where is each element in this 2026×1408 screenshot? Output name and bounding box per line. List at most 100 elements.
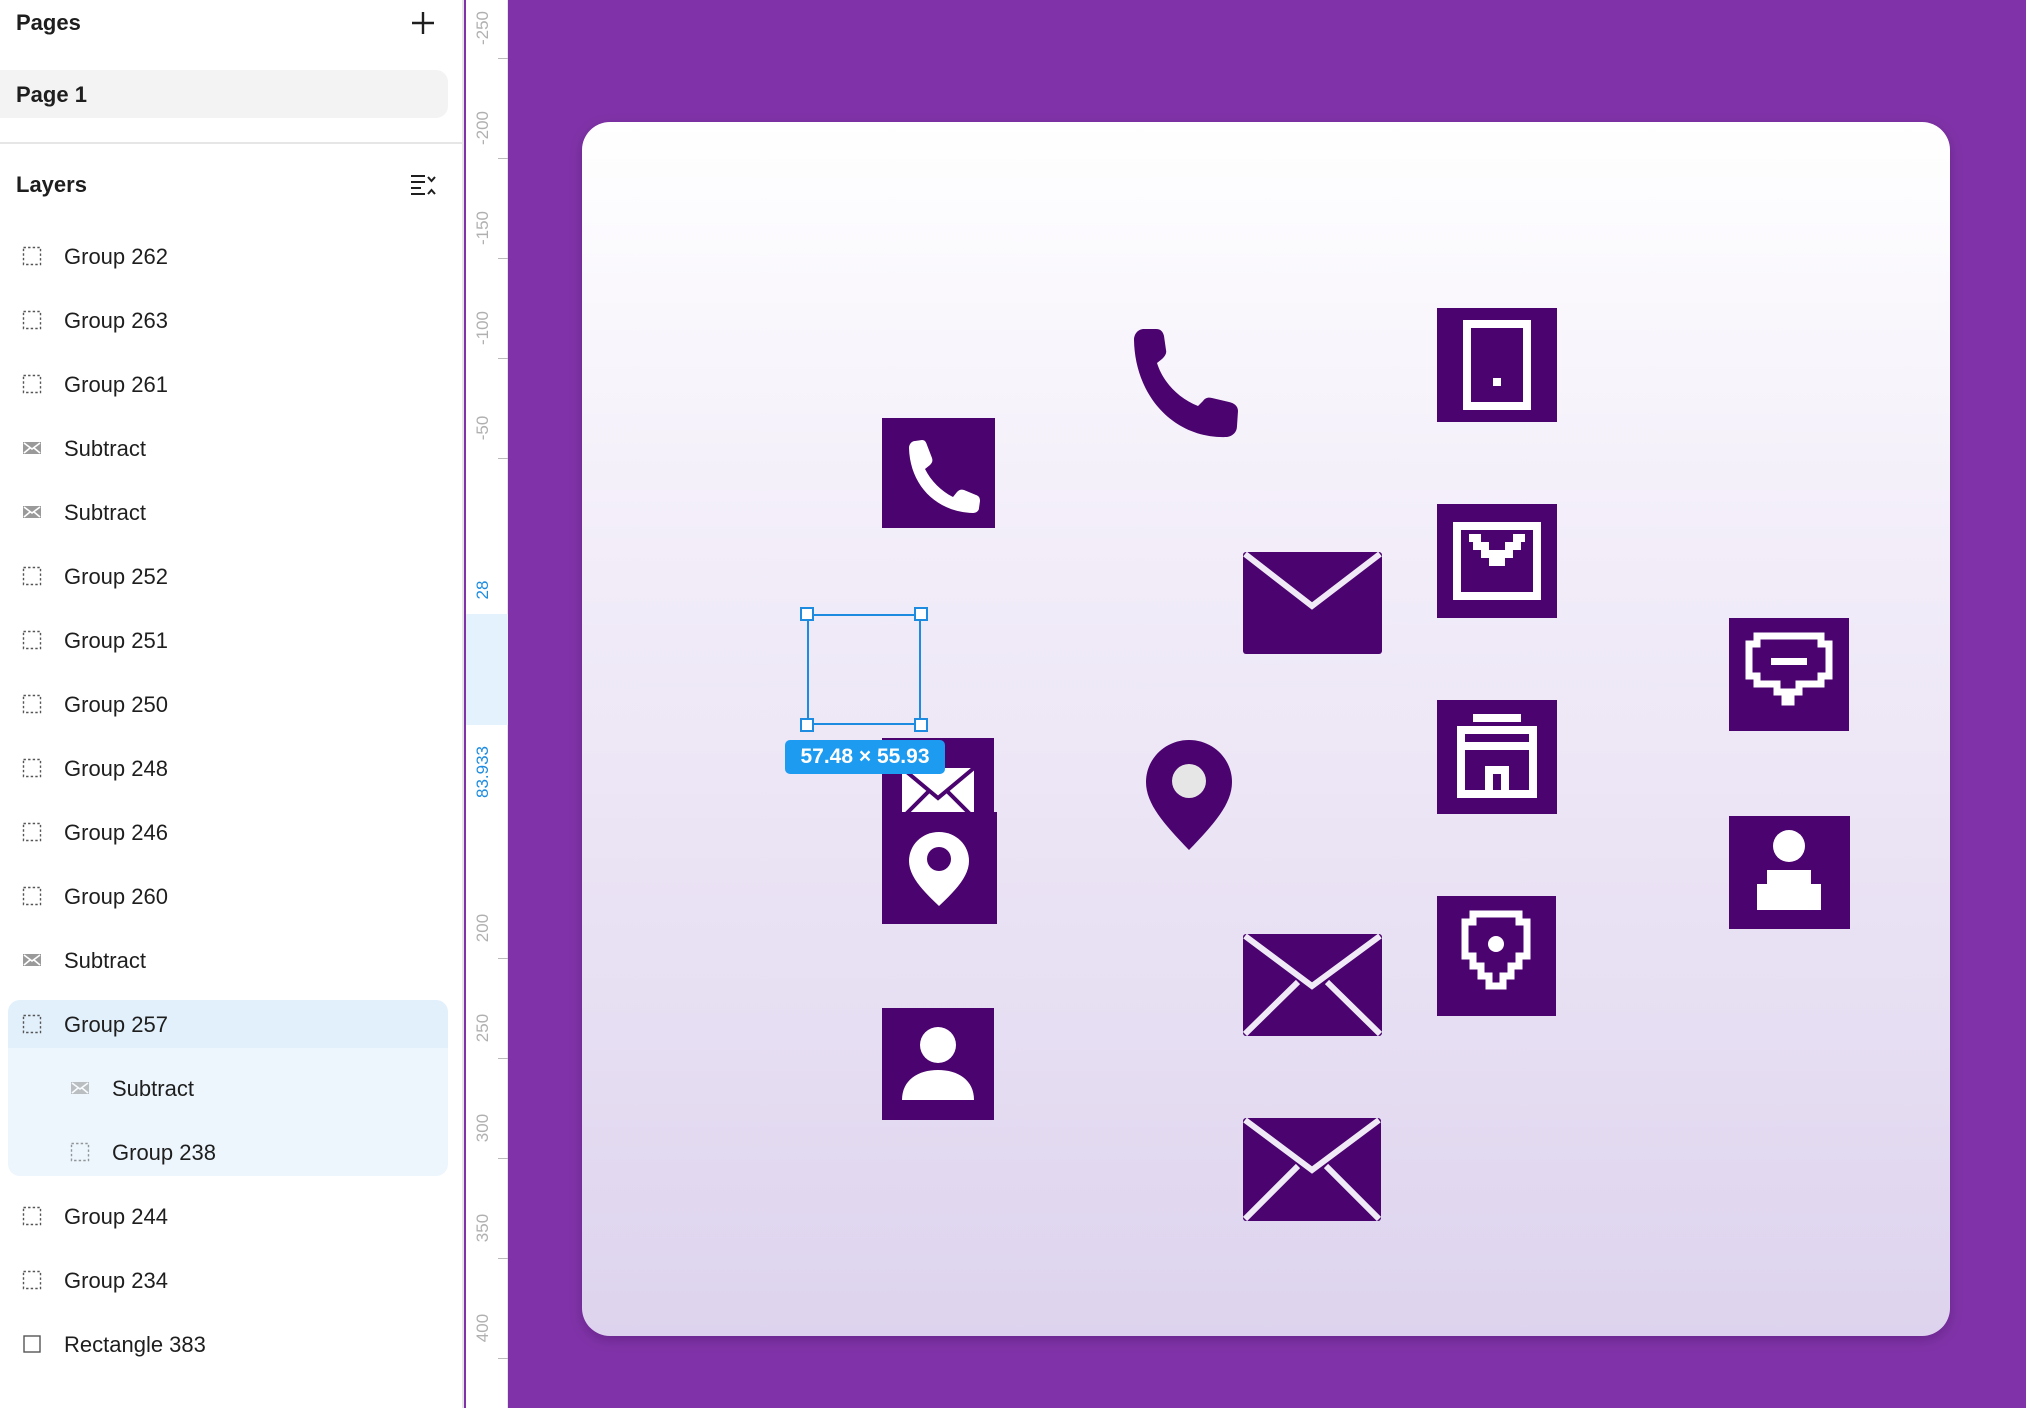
layer-label: Group 246 [64, 820, 168, 845]
layer-row[interactable]: Subtract [8, 424, 448, 472]
layer-row[interactable]: Rectangle 383 [8, 1320, 448, 1368]
subtract-icon [22, 502, 42, 522]
layer-row[interactable]: Group 261 [8, 360, 448, 408]
layer-label: Group 263 [64, 308, 168, 333]
layer-label: Subtract [64, 436, 146, 461]
pixel-mail-icon[interactable] [1437, 504, 1557, 618]
layer-label: Subtract [64, 500, 146, 525]
ruler-tick [498, 958, 508, 959]
layer-row[interactable]: Group 234 [8, 1256, 448, 1304]
ruler-label: -100 [473, 310, 492, 346]
location-pin-square-icon[interactable] [882, 812, 997, 924]
pages-header: Pages [16, 10, 81, 35]
layer-label: Rectangle 383 [64, 1332, 206, 1357]
page-item-label: Page 1 [16, 82, 87, 107]
ruler-tick [498, 358, 508, 359]
ruler-label: -50 [473, 415, 492, 441]
layer-row[interactable]: Subtract [8, 488, 448, 536]
layer-row[interactable]: Group 248 [8, 744, 448, 792]
group-icon [22, 374, 42, 394]
subtract-icon [22, 950, 42, 970]
ruler-label: 350 [473, 1213, 492, 1243]
pixel-chat-icon[interactable] [1729, 618, 1849, 731]
group-icon [22, 822, 42, 842]
layer-label: Group 250 [64, 692, 168, 717]
layer-label: Group 261 [64, 372, 168, 397]
dimension-badge: 57.48 × 55.93 [785, 740, 945, 774]
layer-row[interactable]: Group 238 [8, 1128, 448, 1176]
layer-label: Subtract [64, 948, 146, 973]
pixel-store-icon[interactable] [1437, 700, 1557, 814]
ruler-label: 300 [473, 1113, 492, 1143]
mail-envelope-crossed-icon[interactable] [1243, 934, 1382, 1036]
layer-row[interactable]: Subtract [8, 936, 448, 984]
ruler-tick [498, 1258, 508, 1259]
ruler-label: -150 [473, 210, 492, 246]
phone-icon[interactable] [1126, 326, 1244, 446]
layer-row[interactable]: Group 262 [8, 232, 448, 280]
mail-envelope-icon[interactable] [1243, 552, 1382, 654]
layer-row[interactable]: Group 244 [8, 1192, 448, 1240]
rectangle-icon [22, 1334, 42, 1354]
group-icon [22, 566, 42, 586]
layer-label: Group 262 [64, 244, 168, 269]
vertical-ruler[interactable]: -250 -200 -150 -100 -50 28 83.933 200 250 300 350 4… [466, 0, 508, 1408]
panel-divider [0, 142, 464, 144]
group-icon [70, 1142, 90, 1162]
ruler-tick [498, 1058, 508, 1059]
resize-handle-top-right[interactable] [914, 607, 928, 621]
layer-label: Subtract [112, 1076, 194, 1101]
ruler-label: -200 [473, 110, 492, 146]
group-icon [22, 630, 42, 650]
group-icon [22, 1014, 42, 1034]
ruler-tick [498, 458, 508, 459]
group-icon [22, 1206, 42, 1226]
location-pin-icon[interactable] [1144, 738, 1234, 852]
layer-label: Group 248 [64, 756, 168, 781]
add-page-plus-icon[interactable] [408, 8, 438, 38]
layer-label: Group 260 [64, 884, 168, 909]
layer-row[interactable]: Group 250 [8, 680, 448, 728]
resize-handle-bottom-left[interactable] [800, 718, 814, 732]
ruler-label: 28 [473, 580, 492, 600]
collapse-layers-icon[interactable] [408, 170, 438, 200]
layer-label: Group 252 [64, 564, 168, 589]
ruler-tick [498, 58, 508, 59]
resize-handle-top-left[interactable] [800, 607, 814, 621]
ruler-label: 200 [473, 913, 492, 943]
ruler-tick [498, 258, 508, 259]
pixel-location-icon[interactable] [1437, 896, 1556, 1016]
ruler-label: 83.933 [473, 746, 492, 798]
group-icon [22, 886, 42, 906]
ruler-tick [498, 1158, 508, 1159]
layer-row[interactable]: Group 263 [8, 296, 448, 344]
user-square-icon[interactable] [882, 1008, 994, 1120]
ruler-label: 250 [473, 1013, 492, 1043]
layer-row[interactable]: Group 260 [8, 872, 448, 920]
layer-row[interactable]: Group 252 [8, 552, 448, 600]
layer-row[interactable]: Group 246 [8, 808, 448, 856]
pixel-door-icon[interactable] [1437, 308, 1557, 422]
pixel-user-icon[interactable] [1729, 816, 1850, 929]
layer-row[interactable]: Group 251 [8, 616, 448, 664]
artboard-rectangle-383[interactable] [582, 122, 1950, 1336]
selection-bounding-box [807, 614, 921, 725]
page-item-page-1[interactable]: Page 1 [0, 70, 448, 118]
resize-handle-bottom-right[interactable] [914, 718, 928, 732]
ruler-label: -250 [473, 10, 492, 46]
phone-square-icon[interactable] [882, 418, 995, 528]
layers-panel: Pages Page 1 Layers Group 262 Group 263 Gr… [0, 0, 464, 1408]
layer-label: Group 244 [64, 1204, 168, 1229]
layer-row[interactable]: Subtract [8, 1064, 448, 1112]
mail-envelope-crossed-icon-2[interactable] [1243, 1118, 1381, 1221]
layer-label: Group 257 [64, 1012, 168, 1037]
group-icon [22, 758, 42, 778]
layer-label: Group 234 [64, 1268, 168, 1293]
ruler-tick [498, 1358, 508, 1359]
ruler-tick [498, 158, 508, 159]
layer-row[interactable]: Group 257 [8, 1000, 448, 1048]
ruler-label: 400 [473, 1313, 492, 1343]
layer-label: Group 251 [64, 628, 168, 653]
group-icon [22, 694, 42, 714]
design-canvas[interactable]: 57.48 × 55.93 [509, 0, 2026, 1408]
